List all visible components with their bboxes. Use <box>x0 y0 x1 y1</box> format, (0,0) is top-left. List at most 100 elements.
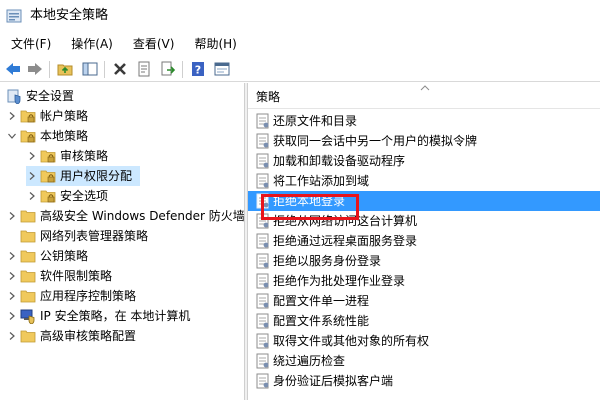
help-topics-button[interactable] <box>212 59 232 79</box>
policy-label: 绕过遍历检查 <box>273 354 346 368</box>
delete-icon <box>114 63 126 75</box>
tree-item-windows-defender-firewall[interactable]: 高级安全 Windows Defender 防火墙 <box>6 206 244 226</box>
properties-icon <box>138 61 150 77</box>
expand-chevron-icon[interactable] <box>6 266 18 286</box>
policy-icon <box>256 293 269 309</box>
menu-file[interactable]: 文件(F) <box>0 34 60 54</box>
expand-chevron-icon[interactable] <box>6 286 18 306</box>
toolbar: ? <box>0 56 600 82</box>
folder-lock-icon <box>20 110 36 123</box>
export-list-button[interactable] <box>158 59 178 79</box>
folder-lock-icon <box>40 150 56 163</box>
menu-view[interactable]: 查看(V) <box>122 34 184 54</box>
tree-item-account-policies[interactable]: 帐户策略 <box>6 106 88 126</box>
policy-icon <box>256 193 269 209</box>
collapse-chevron-icon[interactable] <box>6 126 18 146</box>
folder-icon <box>20 290 36 303</box>
policy-icon <box>256 333 269 349</box>
forward-button[interactable] <box>25 59 45 79</box>
policy-row-take-ownership[interactable]: 取得文件或其他对象的所有权 <box>248 331 600 351</box>
policy-row-load-drivers[interactable]: 加载和卸载设备驱动程序 <box>248 151 600 171</box>
up-one-level-button[interactable] <box>55 59 75 79</box>
export-list-icon <box>161 61 176 76</box>
policy-row-add-workstations[interactable]: 将工作站添加到域 <box>248 171 600 191</box>
toolbar-separator <box>49 61 50 78</box>
policy-row-profile-single-process[interactable]: 配置文件单一进程 <box>248 291 600 311</box>
local-security-policy-icon <box>6 9 22 23</box>
policy-label: 拒绝本地登录 <box>273 194 346 208</box>
tree-item-application-control[interactable]: 应用程序控制策略 <box>6 286 136 306</box>
expand-chevron-icon[interactable] <box>6 246 18 266</box>
delete-button[interactable] <box>110 59 130 79</box>
menu-help[interactable]: 帮助(H) <box>183 34 245 54</box>
security-settings-icon <box>7 89 21 104</box>
back-button[interactable] <box>3 59 23 79</box>
policy-list: 策略 还原文件和目录 获取同一会话中另一个用户的模拟令牌 加载和卸载设备驱动程序… <box>248 83 600 400</box>
tree-label: 本地策略 <box>40 129 89 143</box>
toolbar-separator <box>182 61 183 78</box>
policy-label: 拒绝作为批处理作业登录 <box>273 274 406 288</box>
tree-item-audit-policy[interactable]: 审核策略 <box>26 146 108 166</box>
folder-lock-icon <box>40 170 56 183</box>
tree-item-software-restriction[interactable]: 软件限制策略 <box>6 266 112 286</box>
tree-item-user-rights-assignment[interactable]: 用户权限分配 <box>26 166 140 186</box>
policy-row-deny-service-logon[interactable]: 拒绝以服务身份登录 <box>248 251 600 271</box>
policy-icon <box>256 133 269 149</box>
policy-row-profile-system-performance[interactable]: 配置文件系统性能 <box>248 311 600 331</box>
tree-label: 公钥策略 <box>40 249 89 263</box>
expand-chevron-icon[interactable] <box>26 146 38 166</box>
back-icon <box>6 63 20 75</box>
policy-label: 取得文件或其他对象的所有权 <box>273 334 430 348</box>
tree-label: 应用程序控制策略 <box>40 289 137 303</box>
tree-item-network-list-manager[interactable]: 网络列表管理器策略 <box>18 226 148 246</box>
expand-chevron-icon[interactable] <box>26 186 38 206</box>
policy-label: 获取同一会话中另一个用户的模拟令牌 <box>273 134 478 148</box>
policy-row-bypass-traverse-checking[interactable]: 绕过遍历检查 <box>248 351 600 371</box>
help-button[interactable]: ? <box>188 59 208 79</box>
policy-label: 拒绝通过远程桌面服务登录 <box>273 234 418 248</box>
expand-chevron-icon[interactable] <box>6 206 18 226</box>
tree-label: 安全选项 <box>60 189 109 203</box>
folder-icon <box>20 250 36 263</box>
expand-chevron-icon[interactable] <box>6 326 18 346</box>
expand-chevron-icon[interactable] <box>6 306 18 326</box>
tree-item-security-options[interactable]: 安全选项 <box>26 186 108 206</box>
policy-row-deny-local-logon[interactable]: 拒绝本地登录 <box>248 191 600 211</box>
tree-item-public-key-policies[interactable]: 公钥策略 <box>6 246 88 266</box>
ip-security-icon <box>20 309 35 324</box>
policy-row-deny-rdp-logon[interactable]: 拒绝通过远程桌面服务登录 <box>248 231 600 251</box>
policy-icon <box>256 373 269 389</box>
folder-icon <box>20 210 36 223</box>
tree-item-local-policies[interactable]: 本地策略 <box>6 126 88 146</box>
policy-label: 身份验证后模拟客户端 <box>273 374 394 388</box>
policy-icon <box>256 353 269 369</box>
policy-icon <box>256 173 269 189</box>
folder-lock-icon <box>40 190 56 203</box>
policy-row-impersonate-client[interactable]: 身份验证后模拟客户端 <box>248 371 600 391</box>
help-topics-icon <box>214 62 230 76</box>
tree-label: 网络列表管理器策略 <box>40 229 149 243</box>
tree-root-security-settings[interactable]: 安全设置 <box>4 86 74 106</box>
policy-label: 还原文件和目录 <box>273 114 358 128</box>
window-title: 本地安全策略 <box>30 8 109 23</box>
policy-row-deny-network-access[interactable]: 拒绝从网络访问这台计算机 <box>248 211 600 231</box>
tree-label: 高级审核策略配置 <box>40 329 137 343</box>
expand-chevron-icon[interactable] <box>26 166 38 186</box>
policy-label: 将工作站添加到域 <box>273 174 370 188</box>
expand-chevron-icon[interactable] <box>6 106 18 126</box>
policy-row-impersonation-token[interactable]: 获取同一会话中另一个用户的模拟令牌 <box>248 131 600 151</box>
tree-item-advanced-audit[interactable]: 高级审核策略配置 <box>6 326 136 346</box>
policy-icon <box>256 313 269 329</box>
properties-button[interactable] <box>134 59 154 79</box>
tree-item-ip-security[interactable]: IP 安全策略，在 本地计算机 <box>6 306 190 326</box>
tree-label: 审核策略 <box>60 149 109 163</box>
menu-action[interactable]: 操作(A) <box>60 34 122 54</box>
sort-ascending-icon <box>420 85 430 91</box>
policy-row-restore-files[interactable]: 还原文件和目录 <box>248 111 600 131</box>
column-header-label: 策略 <box>256 90 281 104</box>
folder-icon <box>20 270 36 283</box>
column-header-policy[interactable]: 策略 <box>248 83 600 109</box>
show-hide-tree-button[interactable] <box>80 59 100 79</box>
policy-row-deny-batch-logon[interactable]: 拒绝作为批处理作业登录 <box>248 271 600 291</box>
help-icon: ? <box>192 62 204 77</box>
